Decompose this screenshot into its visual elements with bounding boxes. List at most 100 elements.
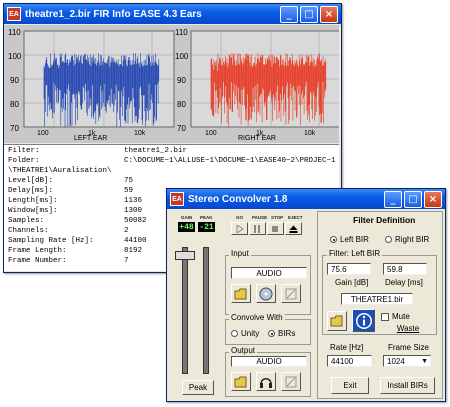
maximize-button[interactable]: □: [404, 190, 422, 208]
output-headphones-button[interactable]: [256, 372, 276, 391]
pause-icon: [254, 224, 260, 233]
close-button[interactable]: ×: [320, 5, 338, 23]
delay-ms-field[interactable]: 59.8: [383, 263, 427, 275]
gain-label: GAIN: [181, 215, 193, 220]
left-xtick-10k: 10k: [134, 130, 146, 137]
info-key: Level[dB]:: [8, 177, 54, 185]
info-key: Window[ms]:: [8, 207, 58, 215]
eject-icon: [289, 225, 298, 233]
info-value: 8192: [124, 247, 143, 255]
cd-icon: [259, 287, 273, 300]
settings-icon: [285, 376, 297, 387]
info-key: Channels:: [8, 227, 49, 235]
peak-button[interactable]: Peak: [182, 380, 214, 395]
gain-fader-knob[interactable]: [175, 251, 195, 260]
eject-label: EJECT: [288, 215, 303, 220]
eject-button[interactable]: [285, 222, 302, 235]
right-xtick-10k: 10k: [304, 130, 316, 137]
input-device-field[interactable]: AUDIO: [231, 267, 307, 279]
folder-icon: [330, 315, 343, 327]
stop-label: STOP: [271, 215, 284, 220]
output-device-field[interactable]: AUDIO: [231, 356, 307, 367]
right-bir-radio[interactable]: [385, 236, 392, 243]
app-icon: EA: [170, 192, 184, 206]
right-ytick-110: 110: [175, 28, 188, 37]
plot-region: 110 100 90 80 70 110 100 90 80 70 100 1k…: [4, 25, 339, 143]
info-key: Filter:: [8, 147, 40, 155]
left-bir-radio[interactable]: [330, 236, 337, 243]
output-open-button[interactable]: [231, 372, 251, 391]
info-value: 50082: [124, 217, 147, 225]
maximize-button[interactable]: □: [300, 5, 318, 23]
right-ytick-90: 90: [177, 76, 186, 85]
output-group-label: Output: [229, 346, 258, 355]
rate-field[interactable]: 44100: [327, 355, 372, 367]
right-bir-label: Right BIR: [395, 235, 430, 244]
settings-icon: [285, 288, 297, 299]
close-button[interactable]: ×: [424, 190, 442, 208]
ear-response-plots: [23, 30, 339, 128]
go-label: GO: [236, 215, 244, 220]
exit-button[interactable]: Exit: [331, 377, 369, 394]
pause-button[interactable]: [249, 222, 266, 235]
info-value: 2: [124, 227, 129, 235]
dropdown-arrow-icon: ▼: [421, 357, 428, 365]
unity-radio[interactable]: [231, 330, 238, 337]
info-key: Frame Length:: [8, 247, 67, 255]
folder-icon: [234, 288, 247, 299]
output-settings-button[interactable]: [281, 372, 301, 391]
input-group-label: Input: [229, 249, 251, 258]
info-value: 1300: [124, 207, 143, 215]
install-birs-button[interactable]: Install BIRs: [380, 377, 435, 394]
left-ytick-70: 70: [10, 124, 19, 133]
sc-title-bar[interactable]: EA Stereo Convolver 1.8 _ □ ×: [167, 189, 445, 209]
info-key: Folder:: [8, 157, 40, 165]
bir-file-field[interactable]: THEATRE1.bir: [341, 293, 413, 305]
stop-icon: [272, 225, 278, 232]
left-bir-label: Left BIR: [340, 235, 369, 244]
stereo-convolver-window: EA Stereo Convolver 1.8 _ □ × GAIN PEAK …: [166, 188, 446, 402]
left-ytick-90: 90: [10, 76, 19, 85]
gain-fader-track[interactable]: [182, 247, 188, 374]
filter-definition-title: Filter Definition: [353, 215, 416, 225]
birs-radio[interactable]: [268, 330, 275, 337]
info-value: 59: [124, 187, 134, 195]
input-settings-button[interactable]: [281, 284, 301, 303]
input-cd-button[interactable]: [256, 284, 276, 303]
waste-button[interactable]: Waste: [393, 323, 423, 334]
gain-db-field[interactable]: 75.6: [327, 263, 371, 275]
minimize-button[interactable]: _: [384, 190, 402, 208]
delay-ms-label: Delay [ms]: [385, 278, 423, 287]
info-value: C:\DOCUME~1\ALLUSE~1\DOCUME~1\EASE40~2\P…: [124, 157, 336, 165]
frame-size-value: 1024: [387, 356, 405, 366]
input-open-button[interactable]: [231, 284, 251, 303]
info-value: 7: [124, 257, 129, 265]
stop-button[interactable]: [267, 222, 284, 235]
info-key: Delay[ms]:: [8, 187, 54, 195]
peak-meter-track: [203, 247, 209, 374]
left-xtick-100: 100: [37, 130, 49, 137]
bir-open-button[interactable]: [327, 311, 347, 331]
rate-label: Rate [Hz]: [330, 343, 364, 352]
left-ear-plot: [23, 30, 175, 128]
minimize-button[interactable]: _: [280, 5, 298, 23]
birs-label: BIRs: [278, 329, 296, 338]
go-button[interactable]: [231, 222, 248, 235]
mute-checkbox[interactable]: [381, 313, 389, 321]
info-key: \THEATRE1\Auralisation\: [8, 167, 112, 175]
gain-display: +48: [178, 222, 195, 232]
right-ytick-100: 100: [175, 52, 189, 61]
fir-title-bar[interactable]: EA theatre1_2.bir FIR Info EASE 4.3 Ears…: [4, 4, 341, 24]
frame-size-select[interactable]: 1024 ▼: [383, 355, 431, 367]
headphones-icon: [260, 377, 272, 388]
bir-info-button[interactable]: [352, 309, 375, 332]
info-value: 44100: [124, 237, 147, 245]
right-ear-plot: [190, 30, 339, 128]
left-ytick-100: 100: [8, 52, 22, 61]
left-ytick-110: 110: [8, 28, 21, 37]
peak-display: -21: [198, 222, 215, 232]
pause-label: PAUSE: [252, 215, 268, 220]
info-icon: [355, 312, 372, 329]
gain-db-label: Gain [dB]: [335, 278, 369, 287]
info-key: Sampling Rate [Hz]:: [8, 237, 94, 245]
